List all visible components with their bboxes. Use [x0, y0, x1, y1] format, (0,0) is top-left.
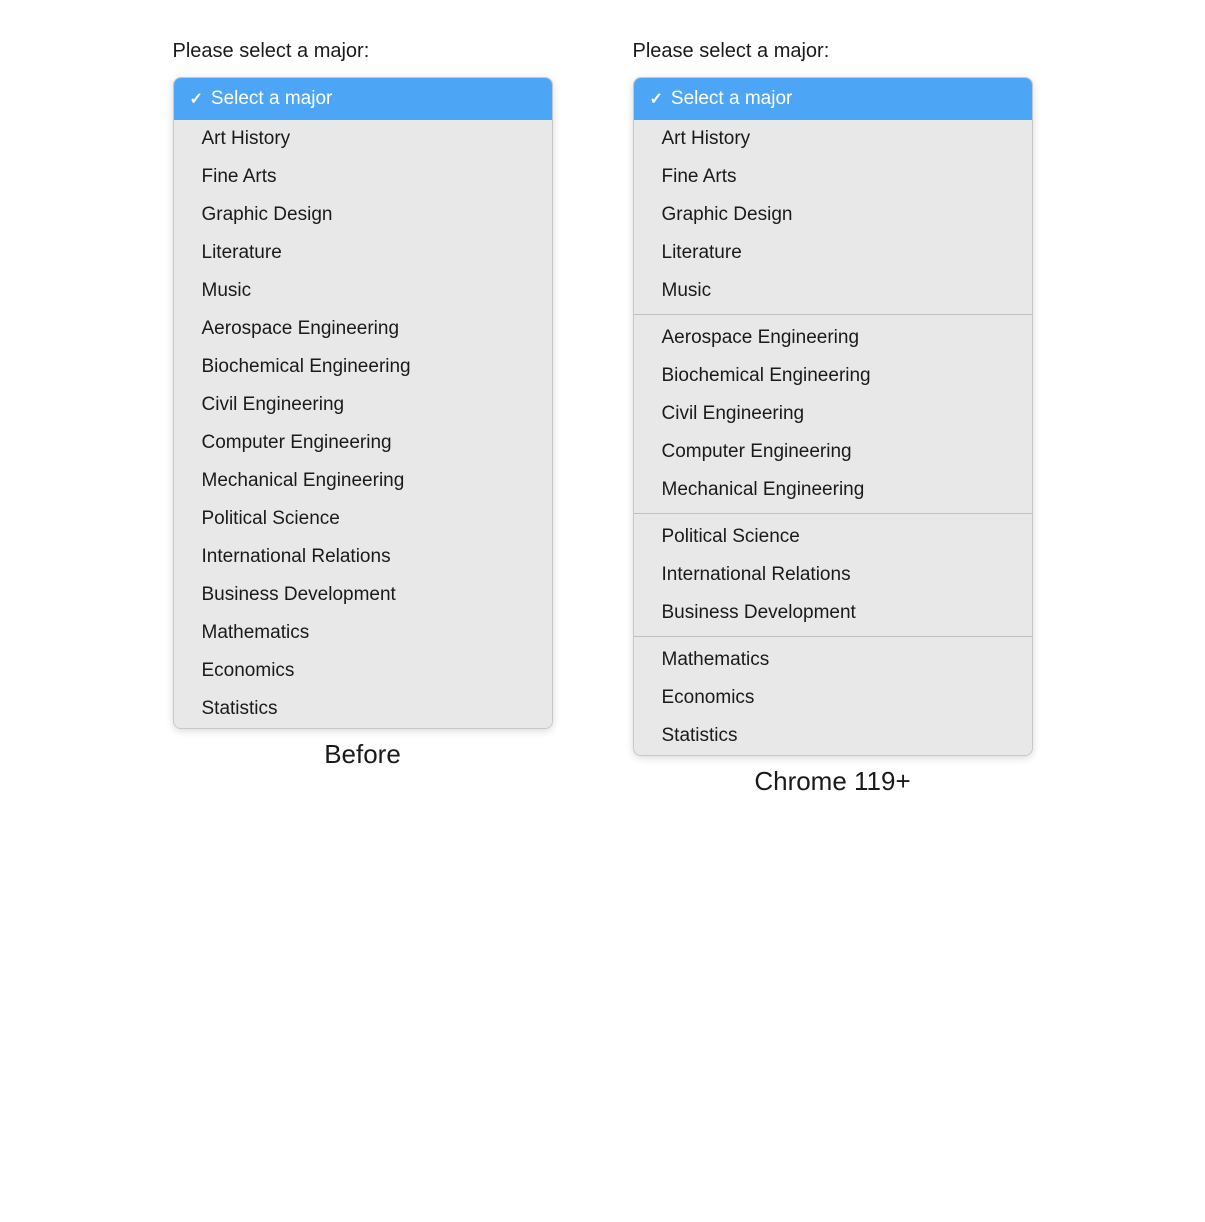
list-item[interactable]: Economics: [634, 679, 1032, 717]
right-prompt: Please select a major:: [633, 40, 830, 63]
left-caption: Before: [173, 739, 553, 770]
list-item[interactable]: Art History: [174, 120, 552, 158]
list-item[interactable]: Computer Engineering: [634, 433, 1032, 471]
left-selected-option[interactable]: ✓ Select a major: [174, 78, 552, 120]
left-selected-label: Select a major: [211, 88, 332, 110]
list-item[interactable]: Literature: [634, 234, 1032, 272]
list-item[interactable]: Literature: [174, 234, 552, 272]
list-item[interactable]: Computer Engineering: [174, 424, 552, 462]
list-item[interactable]: Biochemical Engineering: [174, 348, 552, 386]
list-item[interactable]: Business Development: [174, 576, 552, 614]
list-item[interactable]: Mathematics: [634, 641, 1032, 679]
list-item[interactable]: Fine Arts: [174, 158, 552, 196]
list-item[interactable]: Civil Engineering: [174, 386, 552, 424]
right-options-list: Art HistoryFine ArtsGraphic DesignLitera…: [634, 120, 1032, 755]
right-column: Please select a major: ✓ Select a major …: [633, 40, 1033, 797]
right-caption: Chrome 119+: [633, 766, 1033, 797]
list-item[interactable]: Political Science: [174, 500, 552, 538]
right-selected-option[interactable]: ✓ Select a major: [634, 78, 1032, 120]
option-divider: [634, 513, 1032, 514]
right-checkmark-icon: ✓: [650, 89, 663, 109]
page-container: Please select a major: ✓ Select a major …: [20, 40, 1185, 797]
right-dropdown[interactable]: ✓ Select a major Art HistoryFine ArtsGra…: [633, 77, 1033, 756]
list-item[interactable]: Aerospace Engineering: [174, 310, 552, 348]
list-item[interactable]: Music: [174, 272, 552, 310]
option-divider: [634, 314, 1032, 315]
list-item[interactable]: International Relations: [634, 556, 1032, 594]
list-item[interactable]: Art History: [634, 120, 1032, 158]
list-item[interactable]: Mechanical Engineering: [634, 471, 1032, 509]
list-item[interactable]: Statistics: [174, 690, 552, 728]
list-item[interactable]: International Relations: [174, 538, 552, 576]
list-item[interactable]: Biochemical Engineering: [634, 357, 1032, 395]
list-item[interactable]: Aerospace Engineering: [634, 319, 1032, 357]
list-item[interactable]: Fine Arts: [634, 158, 1032, 196]
list-item[interactable]: Civil Engineering: [634, 395, 1032, 433]
option-divider: [634, 636, 1032, 637]
list-item[interactable]: Economics: [174, 652, 552, 690]
list-item[interactable]: Business Development: [634, 594, 1032, 632]
list-item[interactable]: Mechanical Engineering: [174, 462, 552, 500]
list-item[interactable]: Statistics: [634, 717, 1032, 755]
list-item[interactable]: Music: [634, 272, 1032, 310]
right-selected-label: Select a major: [671, 88, 792, 110]
list-item[interactable]: Graphic Design: [174, 196, 552, 234]
list-item[interactable]: Mathematics: [174, 614, 552, 652]
list-item[interactable]: Political Science: [634, 518, 1032, 556]
left-options-list: Art HistoryFine ArtsGraphic DesignLitera…: [174, 120, 552, 728]
checkmark-icon: ✓: [190, 89, 203, 109]
list-item[interactable]: Graphic Design: [634, 196, 1032, 234]
left-dropdown[interactable]: ✓ Select a major Art HistoryFine ArtsGra…: [173, 77, 553, 729]
left-prompt: Please select a major:: [173, 40, 370, 63]
left-column: Please select a major: ✓ Select a major …: [173, 40, 553, 770]
